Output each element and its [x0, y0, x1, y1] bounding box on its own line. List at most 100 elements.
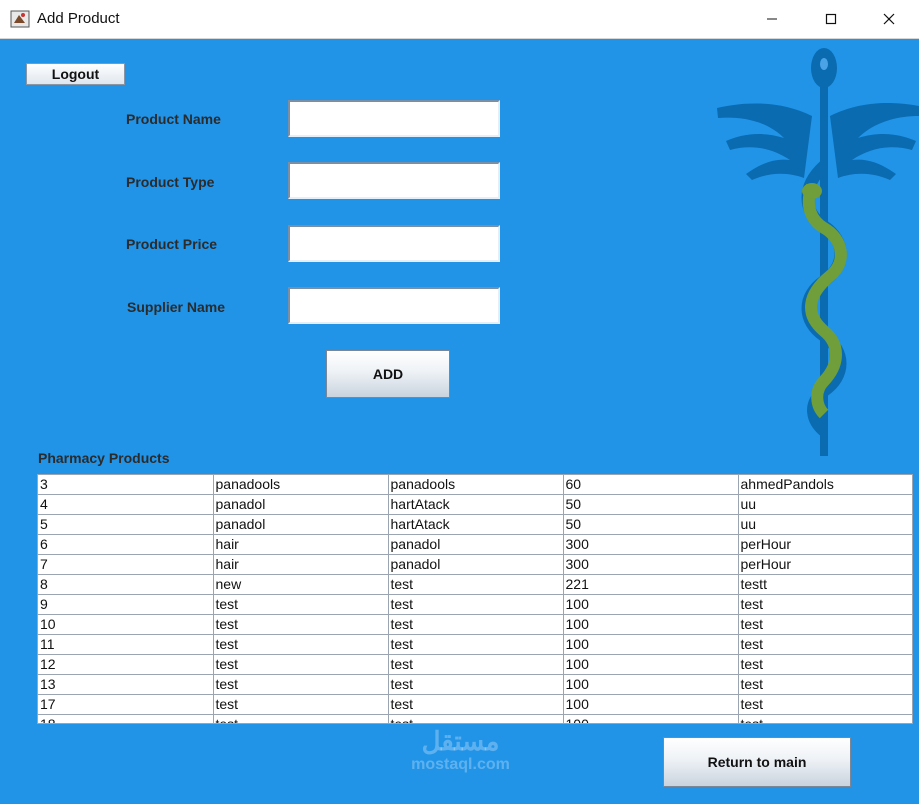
table-cell[interactable]: 50	[563, 514, 739, 535]
table-cell[interactable]: test	[388, 614, 564, 635]
table-cell[interactable]: test	[388, 634, 564, 655]
table-cell[interactable]: 221	[563, 574, 739, 595]
table-cell[interactable]: panadools	[388, 475, 564, 495]
table-cell[interactable]: panadol	[388, 534, 564, 555]
table-cell[interactable]: 100	[563, 614, 739, 635]
table-cell[interactable]: panadol	[213, 494, 389, 515]
table-cell[interactable]: perHour	[738, 554, 912, 575]
product-price-input[interactable]	[288, 225, 500, 262]
table-cell[interactable]: 13	[38, 674, 214, 695]
table-cell[interactable]: 11	[38, 634, 214, 655]
table-row[interactable]: 5 panadol hartAtack 50 uu	[38, 514, 912, 535]
table-cell[interactable]: 100	[563, 694, 739, 715]
table-cell[interactable]: hair	[213, 554, 389, 575]
maximize-button[interactable]	[808, 0, 854, 38]
table-row[interactable]: 6 hair panadol 300 perHour	[38, 534, 912, 555]
product-type-label: Product Type	[126, 174, 215, 190]
supplier-name-label: Supplier Name	[127, 299, 226, 315]
table-cell[interactable]: 4	[38, 494, 214, 515]
table-cell[interactable]: 300	[563, 554, 739, 575]
table-cell[interactable]: uu	[738, 494, 912, 515]
table-cell[interactable]: 100	[563, 714, 739, 723]
table-cell[interactable]: test	[213, 614, 389, 635]
table-cell[interactable]: new	[213, 574, 389, 595]
table-cell[interactable]: test	[213, 714, 389, 723]
table-cell[interactable]: test	[738, 634, 912, 655]
table-row[interactable]: 10 test test 100 test	[38, 614, 912, 635]
table-cell[interactable]: test	[213, 634, 389, 655]
table-row[interactable]: 17 test test 100 test	[38, 694, 912, 715]
table-cell[interactable]: 60	[563, 475, 739, 495]
caduceus-icon	[717, 48, 919, 456]
watermark-latin: mostaql.com	[411, 756, 510, 773]
close-button[interactable]	[866, 0, 912, 38]
table-cell[interactable]: test	[388, 574, 564, 595]
table-row[interactable]: 3 panadools panadools 60 ahmedPandols	[38, 475, 912, 495]
table-row[interactable]: 13 test test 100 test	[38, 674, 912, 695]
table-cell[interactable]: panadol	[213, 514, 389, 535]
table-cell[interactable]: 9	[38, 594, 214, 615]
table-cell[interactable]: test	[388, 594, 564, 615]
table-row[interactable]: 7 hair panadol 300 perHour	[38, 554, 912, 575]
products-title: Pharmacy Products	[38, 450, 170, 466]
minimize-button[interactable]	[749, 0, 795, 38]
table-cell[interactable]: hartAtack	[388, 514, 564, 535]
table-cell[interactable]: test	[738, 694, 912, 715]
table-cell[interactable]: 6	[38, 534, 214, 555]
table-cell[interactable]: 7	[38, 554, 214, 575]
table-cell[interactable]: hair	[213, 534, 389, 555]
table-cell[interactable]: 3	[38, 475, 214, 495]
minimize-icon	[767, 18, 777, 20]
table-cell[interactable]: perHour	[738, 534, 912, 555]
table-cell[interactable]: panadools	[213, 475, 389, 495]
return-to-main-button[interactable]: Return to main	[663, 737, 851, 787]
watermark: مستقل mostaql.com	[403, 726, 518, 774]
table-row[interactable]: 12 test test 100 test	[38, 654, 912, 675]
table-cell[interactable]: 8	[38, 574, 214, 595]
table-cell[interactable]: test	[738, 714, 912, 723]
watermark-arabic: مستقل	[421, 726, 500, 756]
table-cell[interactable]: 10	[38, 614, 214, 635]
table-cell[interactable]: testt	[738, 574, 912, 595]
table-cell[interactable]: test	[213, 674, 389, 695]
product-type-input[interactable]	[288, 162, 500, 199]
table-cell[interactable]: 100	[563, 654, 739, 675]
table-cell[interactable]: test	[738, 654, 912, 675]
table-cell[interactable]: 12	[38, 654, 214, 675]
products-table[interactable]: 3 panadools panadools 60 ahmedPandols 4 panado…	[37, 474, 913, 724]
products-grid: 3 panadools panadools 60 ahmedPandols 4 panado…	[38, 475, 912, 723]
table-cell[interactable]: test	[213, 654, 389, 675]
add-button[interactable]: ADD	[326, 350, 450, 398]
table-cell[interactable]: test	[213, 594, 389, 615]
table-row[interactable]: 11 test test 100 test	[38, 634, 912, 655]
table-cell[interactable]: test	[738, 594, 912, 615]
title-bar: Add Product	[0, 0, 919, 39]
product-name-input[interactable]	[288, 100, 500, 137]
table-cell[interactable]: 5	[38, 514, 214, 535]
table-cell[interactable]: hartAtack	[388, 494, 564, 515]
logout-button[interactable]: Logout	[26, 63, 125, 85]
table-cell[interactable]: 50	[563, 494, 739, 515]
table-cell[interactable]: test	[213, 694, 389, 715]
table-cell[interactable]: test	[738, 674, 912, 695]
table-cell[interactable]: 300	[563, 534, 739, 555]
table-cell[interactable]: test	[738, 614, 912, 635]
table-cell[interactable]: 17	[38, 694, 214, 715]
maximize-icon	[825, 13, 837, 25]
table-cell[interactable]: 100	[563, 674, 739, 695]
table-row[interactable]: 9 test test 100 test	[38, 594, 912, 615]
table-cell[interactable]: 100	[563, 634, 739, 655]
table-row[interactable]: 18 test test 100 test	[38, 714, 912, 723]
table-cell[interactable]: test	[388, 694, 564, 715]
table-cell[interactable]: test	[388, 654, 564, 675]
table-row[interactable]: 4 panadol hartAtack 50 uu	[38, 494, 912, 515]
table-cell[interactable]: 18	[38, 714, 214, 723]
table-cell[interactable]: panadol	[388, 554, 564, 575]
table-cell[interactable]: ahmedPandols	[738, 475, 912, 495]
table-cell[interactable]: test	[388, 674, 564, 695]
table-cell[interactable]: 100	[563, 594, 739, 615]
table-cell[interactable]: uu	[738, 514, 912, 535]
supplier-name-input[interactable]	[288, 287, 500, 324]
table-cell[interactable]: test	[388, 714, 564, 723]
table-row[interactable]: 8 new test 221 testt	[38, 574, 912, 595]
